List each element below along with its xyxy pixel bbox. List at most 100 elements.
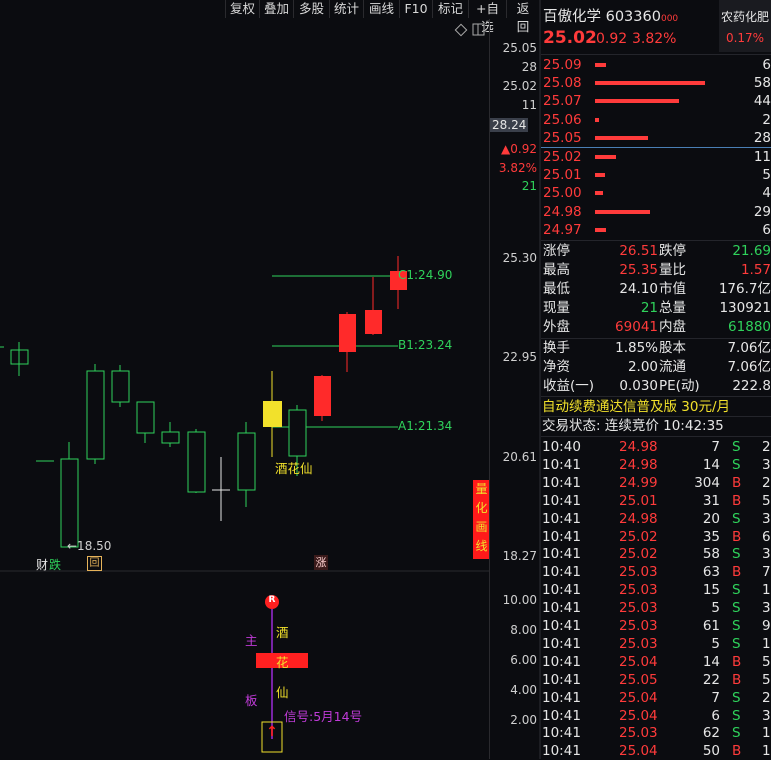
draw-line-button[interactable]: 画线: [363, 0, 399, 18]
back-button[interactable]: 返回: [506, 0, 539, 34]
tick-row: 10:41 25.03 15 S 1: [541, 581, 771, 599]
finance-badge[interactable]: 财: [36, 556, 48, 573]
sector-pct: 0.17%: [725, 31, 765, 45]
stat-value: 61880: [728, 319, 771, 335]
f10-button[interactable]: F10: [399, 0, 432, 18]
tick-row: 10:41 25.01 31 B 5: [541, 492, 771, 510]
tick-volume: 7: [711, 689, 720, 706]
tick-row: 10:41 25.04 14 B 5: [541, 653, 771, 671]
tick-row: 10:41 25.03 5 S 3: [541, 599, 771, 617]
indicator-left-char-0: 主: [245, 633, 258, 648]
tick-price: 25.03: [619, 725, 658, 742]
tick-side: S: [732, 618, 741, 634]
down-badge[interactable]: 跌: [49, 556, 61, 573]
tick-volume: 15: [702, 582, 720, 599]
book-volume: 2: [762, 111, 771, 128]
stat-label: 最高: [543, 262, 570, 278]
tick-count: 5: [762, 671, 771, 688]
tick-count: 2: [762, 689, 771, 706]
tick-volume: 58: [702, 546, 720, 563]
axis-price-2: 20.61: [502, 450, 537, 464]
axis-last-vol: 21: [521, 179, 537, 193]
divider: [541, 54, 771, 55]
book-row[interactable]: 25.08 58: [541, 74, 771, 92]
book-row[interactable]: 25.09 6: [541, 56, 771, 74]
axis-change: ▲0.92: [501, 142, 537, 156]
overlay-button[interactable]: 叠加: [259, 0, 293, 18]
promo-link[interactable]: 自动续费通达信普及版 30元/月: [542, 398, 771, 416]
stat-value: 21: [640, 300, 658, 316]
sector-box[interactable]: 农药化肥 0.17%: [719, 0, 771, 52]
tick-price: 24.98: [619, 439, 658, 455]
axis-top-3: 11: [521, 98, 537, 112]
indicator-char-1: 花: [276, 655, 289, 670]
candle: [365, 277, 382, 335]
stat-row: 现量 21 总量 130921: [541, 299, 771, 317]
stat-row: 涨停 26.51 跌停 21.69: [541, 242, 771, 260]
tick-time: 10:41: [542, 582, 581, 599]
axis-top-2: 25.02: [502, 79, 537, 93]
book-volume-bar: [595, 99, 679, 104]
tick-side: S: [732, 510, 741, 527]
tick-price: 25.03: [619, 618, 658, 634]
stat-value: 0.030: [619, 378, 658, 394]
tick-count: 9: [762, 618, 771, 634]
book-row[interactable]: 24.97 6: [541, 221, 771, 239]
indicator-left-char-1: 板: [245, 693, 258, 708]
kline-chart[interactable]: C1:24.90 B1:23.24 A1:21.34 ←18.50 酒花仙 量 …: [0, 19, 490, 759]
axis-price-1: 22.95: [502, 350, 537, 364]
book-volume: 6: [762, 221, 771, 238]
price-change: 0.92: [596, 31, 628, 47]
stat-value: 222.8: [732, 378, 771, 394]
window-toggle-icon[interactable]: [472, 23, 485, 36]
mark-button[interactable]: 标记: [432, 0, 468, 18]
tick-time: 10:41: [542, 653, 581, 670]
tick-time: 10:41: [542, 725, 581, 742]
book-volume: 6: [762, 57, 771, 73]
book-row[interactable]: 25.00 4: [541, 184, 771, 202]
diamond-icon[interactable]: [454, 23, 468, 37]
divider: [541, 240, 771, 241]
stat-label: 跌停: [659, 243, 686, 259]
quant-draw-line-tag[interactable]: 量 化 画 线: [473, 480, 490, 559]
tick-time: 10:41: [542, 689, 581, 706]
book-volume-bar: [595, 227, 607, 232]
tick-side: B: [732, 528, 742, 545]
book-row[interactable]: 25.02 11: [541, 148, 771, 166]
stock-header[interactable]: 百傲化学 603360000: [543, 5, 678, 26]
tick-time: 10:41: [542, 546, 581, 563]
divider: [541, 396, 771, 397]
stat-row: 最高 25.35 量比 1.57: [541, 261, 771, 279]
multi-stock-button[interactable]: 多股: [293, 0, 329, 18]
tick-price: 24.98: [619, 456, 658, 473]
tick-count: 6: [762, 528, 771, 545]
tick-row: 10:41 25.05 22 B 5: [541, 671, 771, 689]
book-row[interactable]: 24.98 29: [541, 203, 771, 221]
book-row[interactable]: 25.06 2: [541, 111, 771, 129]
tick-volume: 304: [694, 474, 720, 491]
side-label-3: 线: [475, 539, 488, 553]
tick-count: 1: [762, 635, 771, 652]
statistics-button[interactable]: 统计: [329, 0, 363, 18]
axis-price-0: 25.30: [502, 251, 537, 265]
return-badge[interactable]: 回: [87, 556, 102, 571]
add-watchlist-button[interactable]: +自选: [468, 0, 506, 34]
tick-time: 10:41: [542, 564, 581, 581]
stat-value: 25.35: [619, 262, 658, 278]
tick-volume: 50: [702, 743, 720, 760]
fuquan-button[interactable]: 复权: [225, 0, 259, 18]
tick-time: 10:41: [542, 492, 581, 509]
up-badge[interactable]: 涨: [314, 555, 328, 570]
tick-price: 24.99: [619, 474, 658, 491]
tick-price: 25.04: [619, 743, 658, 760]
tick-row: 10:41 25.03 5 S 1: [541, 635, 771, 653]
tick-side: S: [732, 582, 741, 599]
book-row[interactable]: 25.05 28: [541, 129, 771, 147]
tick-row: 10:41 25.03 63 B 7: [541, 563, 771, 581]
book-row[interactable]: 25.07 44: [541, 92, 771, 110]
tick-side: S: [732, 456, 741, 473]
book-volume-bar: [595, 191, 603, 196]
book-row[interactable]: 25.01 5: [541, 166, 771, 184]
tick-row: 10:41 25.02 35 B 6: [541, 528, 771, 546]
tick-side: B: [732, 671, 742, 688]
